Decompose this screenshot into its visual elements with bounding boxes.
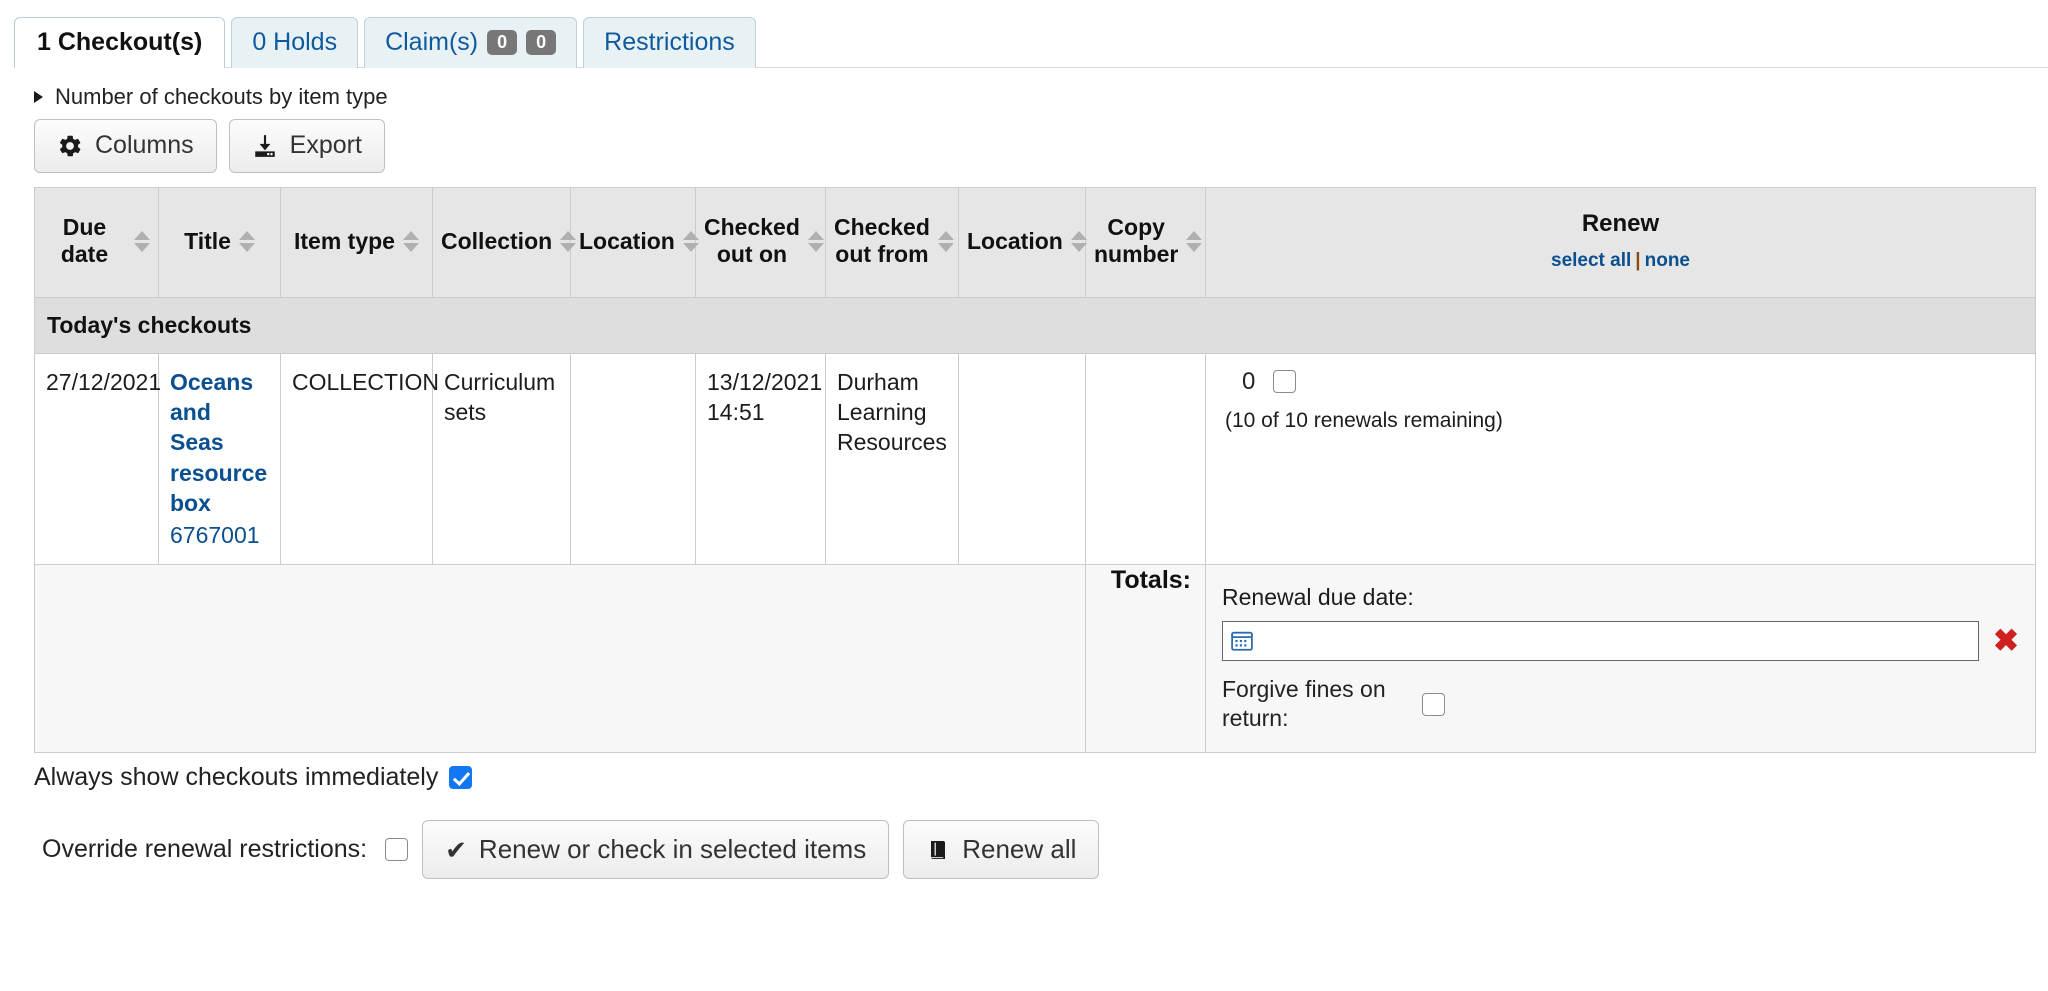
cell-due-date: 27/12/2021: [35, 353, 159, 564]
checkmark-icon: ✔: [445, 837, 467, 863]
column-header-copy-number[interactable]: Copy number: [1086, 187, 1206, 297]
checkouts-panel: Number of checkouts by item type Columns…: [0, 84, 2048, 879]
sort-icon[interactable]: [560, 231, 576, 252]
tab-checkouts-label: 1 Checkout(s): [37, 30, 202, 55]
title-link[interactable]: Oceans and Seas resource box: [170, 367, 269, 519]
tab-restrictions[interactable]: Restrictions: [583, 17, 756, 68]
book-icon: [926, 838, 950, 862]
export-button-label: Export: [290, 132, 362, 160]
tab-list: 1 Checkout(s) 0 Holds Claim(s) 0 0 Restr…: [14, 18, 2048, 68]
clear-date-icon[interactable]: ✖: [1993, 625, 2019, 656]
column-header-collection[interactable]: Collection: [433, 187, 571, 297]
column-header-checked-out-on-label: Checked out on: [704, 214, 800, 268]
renew-all-label: Renew all: [962, 835, 1076, 864]
always-show-checkouts-row: Always show checkouts immediately: [34, 763, 2048, 792]
column-header-location-label: Location: [579, 228, 675, 255]
cell-collection: Curriculum sets: [433, 353, 571, 564]
export-button[interactable]: Export: [229, 119, 385, 173]
actions-row: Override renewal restrictions: ✔ Renew o…: [42, 820, 2048, 879]
table-toolbar: Columns Export: [34, 119, 2048, 173]
cell-item-type: COLLECTION: [281, 353, 433, 564]
column-header-checked-out-from[interactable]: Checked out from: [826, 187, 959, 297]
tab-claims[interactable]: Claim(s) 0 0: [364, 17, 577, 68]
cell-title: Oceans and Seas resource box 6767001: [159, 353, 281, 564]
sort-icon[interactable]: [403, 231, 419, 252]
renew-or-checkin-selected-button[interactable]: ✔ Renew or check in selected items: [422, 820, 889, 879]
checkouts-table: Due date Title Item type: [34, 187, 2036, 754]
chevron-right-icon: [34, 91, 43, 103]
column-header-copy-number-label: Copy number: [1094, 214, 1178, 268]
renew-or-checkin-selected-label: Renew or check in selected items: [479, 835, 866, 864]
forgive-fines-label: Forgive fines on return:: [1222, 675, 1422, 735]
cell-renew: 0 (10 of 10 renewals remaining): [1206, 353, 2036, 564]
table-group-label: Today's checkouts: [35, 297, 2036, 353]
checkouts-by-item-type-label: Number of checkouts by item type: [55, 84, 388, 110]
tab-claims-badge-1: 0: [487, 30, 517, 56]
cell-checked-out-from: Durham Learning Resources: [826, 353, 959, 564]
tab-claims-badge-2: 0: [526, 30, 556, 56]
tab-claims-label: Claim(s): [385, 30, 478, 55]
gear-icon: [57, 133, 83, 159]
column-header-checked-out-on[interactable]: Checked out on: [696, 187, 826, 297]
override-renewal-restrictions-checkbox[interactable]: [385, 838, 408, 861]
renew-checkbox[interactable]: [1273, 370, 1296, 393]
totals-label: Totals:: [1086, 564, 1206, 753]
sort-icon[interactable]: [239, 231, 255, 252]
column-header-due-date[interactable]: Due date: [35, 187, 159, 297]
column-header-collection-label: Collection: [441, 228, 552, 255]
tab-checkouts[interactable]: 1 Checkout(s): [14, 17, 225, 68]
link-separator: |: [1635, 250, 1640, 271]
renewal-due-date-label: Renewal due date:: [1222, 583, 2019, 613]
table-group-row: Today's checkouts: [35, 297, 2036, 353]
select-none-link[interactable]: none: [1645, 250, 1690, 271]
tab-holds-label: 0 Holds: [252, 30, 337, 55]
always-show-checkouts-checkbox[interactable]: [449, 766, 472, 789]
column-header-item-type-label: Item type: [294, 228, 395, 255]
forgive-fines-checkbox[interactable]: [1422, 693, 1445, 716]
column-header-location-2[interactable]: Location: [959, 187, 1086, 297]
barcode-link[interactable]: 6767001: [170, 520, 269, 550]
sort-icon[interactable]: [938, 231, 954, 252]
table-row: 27/12/2021 Oceans and Seas resource box …: [35, 353, 2036, 564]
renew-all-button[interactable]: Renew all: [903, 820, 1099, 879]
cell-location: [571, 353, 696, 564]
columns-button[interactable]: Columns: [34, 119, 217, 173]
tab-bar: 1 Checkout(s) 0 Holds Claim(s) 0 0 Restr…: [0, 0, 2048, 68]
table-header-row: Due date Title Item type: [35, 187, 2036, 297]
column-header-renew-label: Renew: [1214, 210, 2027, 238]
sort-icon[interactable]: [808, 231, 824, 252]
override-renewal-restrictions-label: Override renewal restrictions:: [42, 835, 367, 864]
sort-icon[interactable]: [1071, 231, 1087, 252]
column-header-location-2-label: Location: [967, 228, 1063, 255]
column-header-title[interactable]: Title: [159, 187, 281, 297]
column-header-due-date-label: Due date: [43, 214, 126, 268]
calendar-icon: [1231, 630, 1253, 652]
renew-count: 0: [1242, 368, 1255, 396]
cell-location-2: [959, 353, 1086, 564]
select-all-link[interactable]: select all: [1551, 250, 1631, 271]
sort-icon[interactable]: [1186, 231, 1202, 252]
renewal-due-date-input[interactable]: [1222, 621, 1979, 661]
totals-panel: Renewal due date:: [1206, 564, 2036, 753]
columns-button-label: Columns: [95, 132, 194, 160]
column-header-renew: Renew select all|none: [1206, 187, 2036, 297]
column-header-title-label: Title: [184, 228, 231, 255]
column-header-location[interactable]: Location: [571, 187, 696, 297]
table-totals-row: Totals: Renewal due date:: [35, 564, 2036, 753]
sort-icon[interactable]: [134, 231, 150, 252]
checkouts-by-item-type-toggle[interactable]: Number of checkouts by item type: [34, 84, 388, 110]
column-header-checked-out-from-label: Checked out from: [834, 214, 930, 268]
download-icon: [252, 133, 278, 159]
tab-holds[interactable]: 0 Holds: [231, 17, 358, 68]
cell-checked-out-on: 13/12/2021 14:51: [696, 353, 826, 564]
column-header-item-type[interactable]: Item type: [281, 187, 433, 297]
cell-copy-number: [1086, 353, 1206, 564]
sort-icon[interactable]: [683, 231, 699, 252]
totals-empty-left: [35, 564, 1086, 753]
always-show-checkouts-label: Always show checkouts immediately: [34, 763, 438, 792]
renewals-remaining-note: (10 of 10 renewals remaining): [1206, 409, 2035, 433]
tab-restrictions-label: Restrictions: [604, 30, 735, 55]
